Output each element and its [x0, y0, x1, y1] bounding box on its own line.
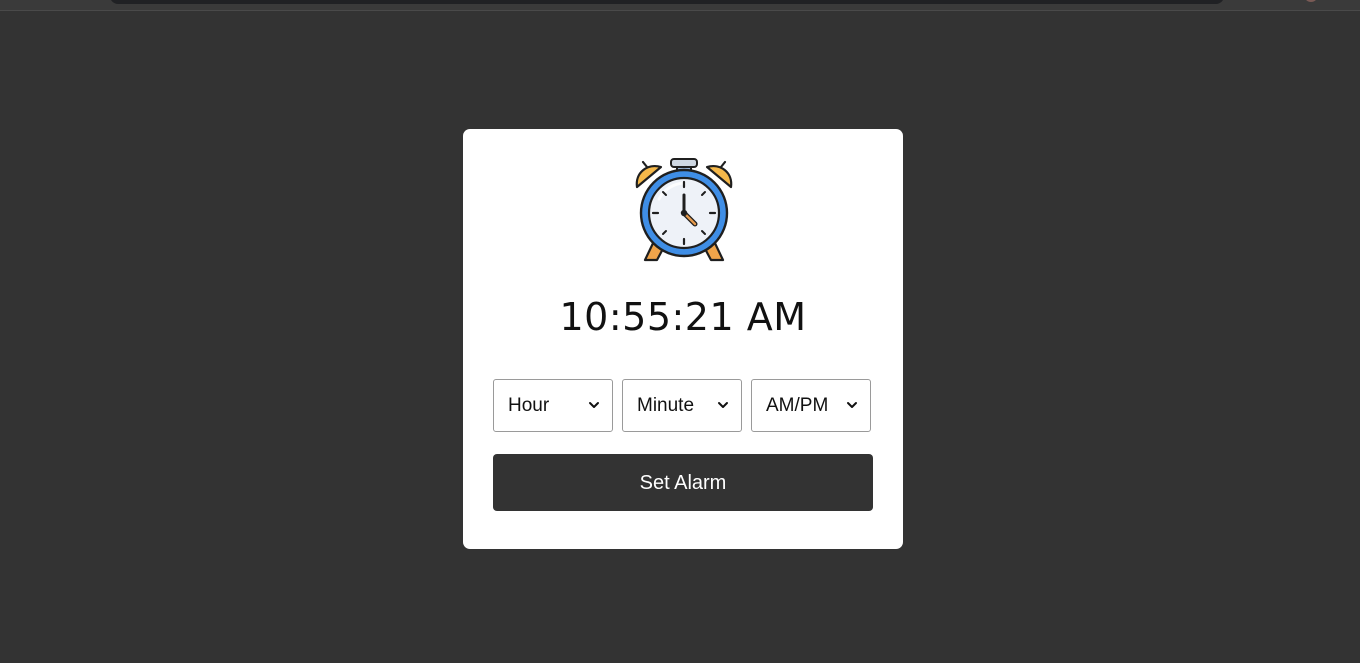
hour-select-value: Hour	[508, 395, 550, 416]
alarm-time-selectors: Hour Minute AM/PM	[493, 379, 873, 434]
chevron-down-icon	[847, 402, 857, 408]
set-alarm-button[interactable]: Set Alarm	[493, 454, 873, 511]
set-alarm-label: Set Alarm	[639, 472, 727, 494]
current-time-display: 10:55:21 AM	[559, 295, 807, 339]
ampm-select[interactable]: AM/PM	[751, 379, 871, 432]
chevron-down-icon	[589, 402, 599, 408]
alarm-card: 10:55:21 AM Hour Minute AM/PM Set Alarm	[463, 129, 903, 549]
hour-select[interactable]: Hour	[493, 379, 613, 432]
minute-select-value: Minute	[637, 395, 695, 416]
browser-profile-avatar[interactable]	[1304, 0, 1318, 2]
alarm-clock-icon	[635, 158, 733, 262]
minute-select[interactable]: Minute	[622, 379, 742, 432]
browser-address-bar[interactable]	[110, 0, 1224, 4]
chevron-down-icon	[718, 402, 728, 408]
ampm-select-value: AM/PM	[766, 395, 829, 416]
browser-chrome-strip	[0, 0, 1360, 11]
